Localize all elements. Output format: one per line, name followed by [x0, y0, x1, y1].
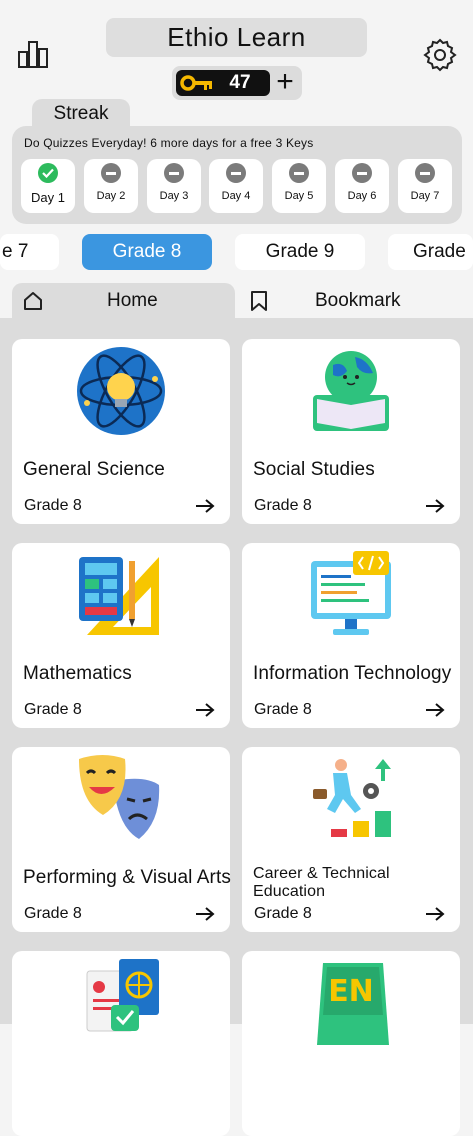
subject-card-information-technology[interactable]: Information Technology Grade 8 [242, 543, 460, 728]
streak-day-4: Day 4 [209, 159, 263, 213]
minus-icon [415, 163, 435, 183]
theater-masks-icon [79, 755, 160, 839]
svg-text:EN: EN [328, 974, 374, 1009]
minus-icon [101, 163, 121, 183]
grade-chip-7[interactable]: e 7 [0, 234, 59, 270]
home-icon [24, 292, 42, 310]
tab-home-label: Home [107, 290, 158, 311]
minus-icon [226, 163, 246, 183]
streak-day-1: Day 1 [21, 159, 75, 213]
arrow-right-icon [196, 907, 215, 921]
app-title: Ethio Learn [106, 18, 367, 57]
streak-day-7: Day 7 [398, 159, 452, 213]
streak-day-2: Day 2 [84, 159, 138, 213]
career-climb-icon [313, 759, 391, 837]
keys-balance: 47 + [172, 66, 302, 100]
subject-card-mathematics[interactable]: Mathematics Grade 8 [12, 543, 230, 728]
stats-icon[interactable] [18, 40, 48, 68]
arrow-right-icon [196, 703, 215, 717]
minus-icon [164, 163, 184, 183]
arrow-right-icon [196, 499, 215, 513]
add-keys-button[interactable]: + [272, 67, 298, 97]
keys-count: 47 [229, 72, 251, 93]
subject-card-career-technical-education[interactable]: Career & Technical Education Grade 8 [242, 747, 460, 932]
bookmark-icon[interactable] [249, 290, 269, 312]
subject-grade: Grade 8 [24, 905, 82, 922]
subject-card-performing-visual-arts[interactable]: Performing & Visual Arts Grade 8 [12, 747, 231, 932]
subject-grade: Grade 8 [24, 701, 82, 718]
computer-code-icon [311, 551, 391, 635]
minus-icon [352, 163, 372, 183]
streak-day-6: Day 6 [335, 159, 389, 213]
subject-name: Information Technology [253, 663, 452, 684]
tab-bookmark[interactable]: Bookmark [315, 290, 401, 312]
key-icon [180, 75, 212, 91]
subject-grade: Grade 8 [24, 497, 82, 514]
grade-chip-10[interactable]: Grade [388, 234, 473, 270]
grade-chip-9[interactable]: Grade 9 [235, 234, 365, 270]
streak-message: Do Quizzes Everyday! 6 more days for a f… [24, 136, 314, 150]
gear-icon[interactable] [423, 38, 457, 72]
subject-card-general-science[interactable]: General Science Grade 8 [12, 339, 230, 524]
atom-bulb-icon [77, 347, 165, 435]
arrow-right-icon [426, 907, 445, 921]
subject-card-social-studies[interactable]: Social Studies Grade 8 [242, 339, 460, 524]
subject-name: Social Studies [253, 459, 375, 480]
streak-day-3: Day 3 [147, 159, 201, 213]
minus-icon [289, 163, 309, 183]
english-book-icon: EN [317, 963, 389, 1045]
tab-home[interactable]: Home [12, 283, 235, 319]
keys-counter: 47 [176, 70, 270, 96]
subject-name: Career & Technical Education [253, 865, 390, 900]
subject-card-8[interactable]: EN [242, 951, 460, 1136]
check-icon [38, 163, 58, 183]
grade-chip-8[interactable]: Grade 8 [82, 234, 212, 270]
arrow-right-icon [426, 499, 445, 513]
streak-day-5: Day 5 [272, 159, 326, 213]
subject-grade: Grade 8 [254, 497, 312, 514]
subject-card-7[interactable] [12, 951, 230, 1136]
globe-book-icon [313, 351, 389, 431]
passport-id-icon [86, 959, 159, 1032]
subject-name: General Science [23, 459, 165, 480]
subject-name: Mathematics [23, 663, 132, 684]
subject-grade: Grade 8 [254, 905, 312, 922]
subject-name: Performing & Visual Arts [23, 867, 231, 888]
arrow-right-icon [426, 703, 445, 717]
calculator-ruler-icon [79, 557, 159, 635]
subject-grade: Grade 8 [254, 701, 312, 718]
streak-card: Do Quizzes Everyday! 6 more days for a f… [12, 126, 462, 224]
